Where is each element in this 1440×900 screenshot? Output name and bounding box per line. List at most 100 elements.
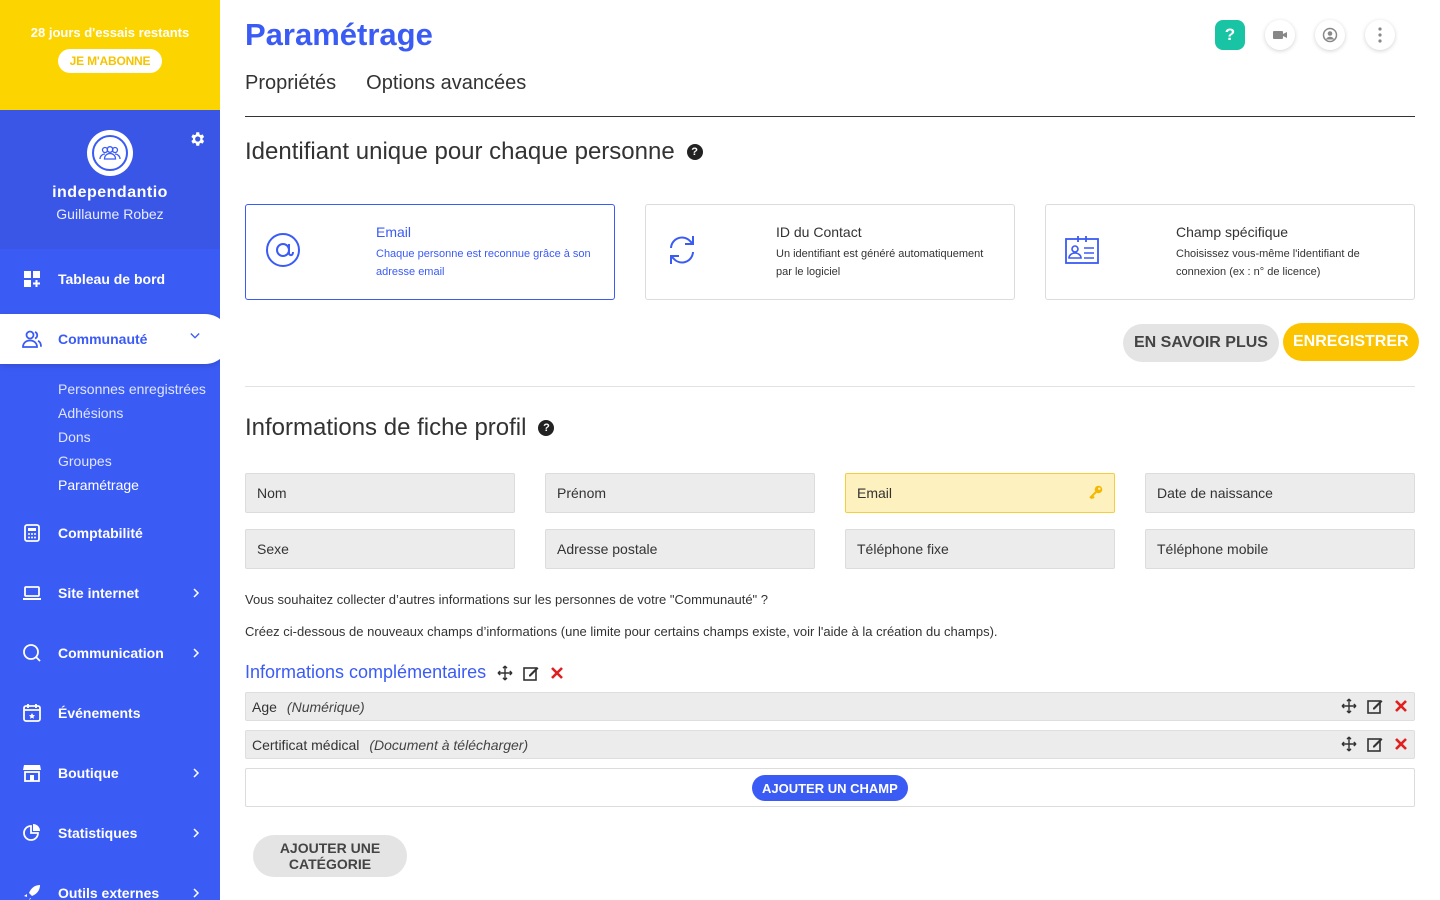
- nav-label: Comptabilité: [58, 525, 143, 541]
- nav-item-dashboard[interactable]: Tableau de bord: [0, 249, 220, 309]
- pie-chart-icon: [23, 824, 40, 841]
- chevron-down-icon: [190, 333, 200, 339]
- subscribe-button[interactable]: JE M'ABONNE: [57, 49, 163, 73]
- at-icon: [266, 232, 300, 267]
- profile-block: independantio Guillaume Robez: [0, 110, 220, 249]
- nav-item-tools[interactable]: Outils externes: [0, 863, 220, 900]
- more-vertical-icon: [1378, 27, 1382, 43]
- field-landline[interactable]: Téléphone fixe: [845, 529, 1115, 569]
- tab-properties[interactable]: Propriétés: [245, 72, 336, 95]
- laptop-icon: [23, 586, 41, 600]
- help-circle-icon[interactable]: ?: [538, 420, 555, 436]
- profile-fields: Nom Prénom Email Date de naissance Sexe …: [245, 473, 1415, 569]
- account-button[interactable]: [1315, 20, 1345, 50]
- nav-item-communication[interactable]: Communication: [0, 623, 220, 683]
- sidebar: 28 jours d'essais restants JE M'ABONNE i…: [0, 0, 220, 900]
- shop-icon: [23, 765, 41, 782]
- identifier-options: Email Chaque personne est reconnue grâce…: [245, 204, 1415, 300]
- delete-icon[interactable]: [1392, 697, 1410, 715]
- nav-label: Outils externes: [58, 885, 160, 900]
- section-divider: [245, 386, 1415, 387]
- row-actions: [1340, 735, 1410, 753]
- custom-field-type: (Numérique): [286, 698, 365, 715]
- chevron-right-icon: [193, 588, 200, 598]
- nav-item-community[interactable]: Communauté: [0, 314, 220, 364]
- field-birth-date[interactable]: Date de naissance: [1145, 473, 1415, 513]
- calculator-icon: [24, 524, 40, 542]
- video-button[interactable]: [1265, 20, 1295, 50]
- nav-label: Événements: [58, 705, 141, 721]
- identifier-title-text: Identifiant unique pour chaque personne: [245, 138, 675, 165]
- move-icon[interactable]: [496, 664, 514, 682]
- identifier-option-custom-field[interactable]: Champ spécifique Choisissez vous-même l'…: [1045, 204, 1415, 300]
- user-name: Guillaume Robez: [56, 206, 164, 222]
- card-title: ID du Contact: [776, 223, 862, 240]
- add-category-label: AJOUTER UNE: [279, 840, 381, 856]
- avatar[interactable]: [87, 130, 133, 176]
- help-circle-icon[interactable]: ?: [686, 144, 703, 160]
- move-icon[interactable]: [1340, 697, 1358, 715]
- field-mobile[interactable]: Téléphone mobile: [1145, 529, 1415, 569]
- subnav-item-groups[interactable]: Groupes: [58, 449, 220, 473]
- card-title: Champ spécifique: [1176, 223, 1289, 240]
- add-field-container: AJOUTER UN CHAMP: [245, 768, 1415, 807]
- add-category-button[interactable]: AJOUTER UNE CATÉGORIE: [253, 835, 407, 877]
- gear-icon[interactable]: [188, 130, 206, 148]
- learn-more-button[interactable]: EN SAVOIR PLUS: [1123, 324, 1279, 362]
- trial-text: 28 jours d'essais restants: [30, 25, 190, 40]
- nav-label: Communauté: [58, 331, 148, 347]
- question-icon: ?: [1224, 25, 1236, 44]
- card-title: Email: [376, 223, 412, 240]
- dashboard-icon: [24, 271, 40, 287]
- field-last-name[interactable]: Nom: [245, 473, 515, 513]
- delete-icon[interactable]: [548, 664, 566, 682]
- nav-label: Statistiques: [58, 825, 138, 841]
- tabs: Propriétés Options avancées: [245, 72, 526, 95]
- org-name: independantio: [52, 184, 168, 201]
- field-label: Email: [857, 485, 893, 501]
- custom-field-row[interactable]: Certificat médical (Document à télécharg…: [245, 730, 1415, 759]
- chevron-right-icon: [193, 768, 200, 778]
- nav-label: Communication: [58, 645, 164, 661]
- field-gender[interactable]: Sexe: [245, 529, 515, 569]
- identifier-option-email[interactable]: Email Chaque personne est reconnue grâce…: [245, 204, 615, 300]
- identifier-option-contact-id[interactable]: ID du Contact Un identifiant est généré …: [645, 204, 1015, 300]
- field-email[interactable]: Email: [845, 473, 1115, 513]
- field-first-name[interactable]: Prénom: [545, 473, 815, 513]
- card-desc: Choisissez vous-même l'identifiant de co…: [1176, 247, 1360, 278]
- subnav-item-settings[interactable]: Paramétrage: [58, 473, 220, 497]
- add-category-label: CATÉGORIE: [288, 856, 372, 872]
- custom-field-name: Certificat médical: [252, 736, 360, 753]
- add-field-button[interactable]: AJOUTER UN CHAMP: [752, 775, 908, 801]
- nav-item-accounting[interactable]: Comptabilité: [0, 503, 220, 563]
- field-postal-address[interactable]: Adresse postale: [545, 529, 815, 569]
- edit-icon[interactable]: [1366, 697, 1384, 715]
- subnav-item-donations[interactable]: Dons: [58, 425, 220, 449]
- edit-icon[interactable]: [1366, 735, 1384, 753]
- delete-icon[interactable]: [1392, 735, 1410, 753]
- custom-field-type: (Document à télécharger): [369, 736, 529, 753]
- extra-category-header: Informations complémentaires: [245, 662, 574, 683]
- nav-item-stats[interactable]: Statistiques: [0, 803, 220, 863]
- id-card-icon: [1065, 235, 1099, 264]
- subnav-item-persons[interactable]: Personnes enregistrées: [58, 377, 220, 401]
- subnav-item-memberships[interactable]: Adhésions: [58, 401, 220, 425]
- custom-field-row[interactable]: Age (Numérique): [245, 692, 1415, 721]
- profile-title-text: Informations de fiche profil: [245, 414, 527, 441]
- tab-advanced-options[interactable]: Options avancées: [366, 72, 526, 95]
- row-actions: [1340, 697, 1410, 715]
- nav-label: Site internet: [58, 585, 139, 601]
- chevron-right-icon: [193, 648, 200, 658]
- edit-icon[interactable]: [522, 664, 540, 682]
- nav-item-events[interactable]: Événements: [0, 683, 220, 743]
- calendar-icon: [23, 704, 41, 722]
- help-button[interactable]: ?: [1215, 20, 1245, 50]
- save-button[interactable]: ENREGISTRER: [1283, 323, 1419, 361]
- move-icon[interactable]: [1340, 735, 1358, 753]
- custom-field-name: Age: [252, 698, 277, 715]
- more-button[interactable]: [1365, 20, 1395, 50]
- profile-section-title: Informations de fiche profil ?: [245, 414, 555, 442]
- key-icon: [1089, 485, 1103, 500]
- nav-item-website[interactable]: Site internet: [0, 563, 220, 623]
- nav-item-shop[interactable]: Boutique: [0, 743, 220, 803]
